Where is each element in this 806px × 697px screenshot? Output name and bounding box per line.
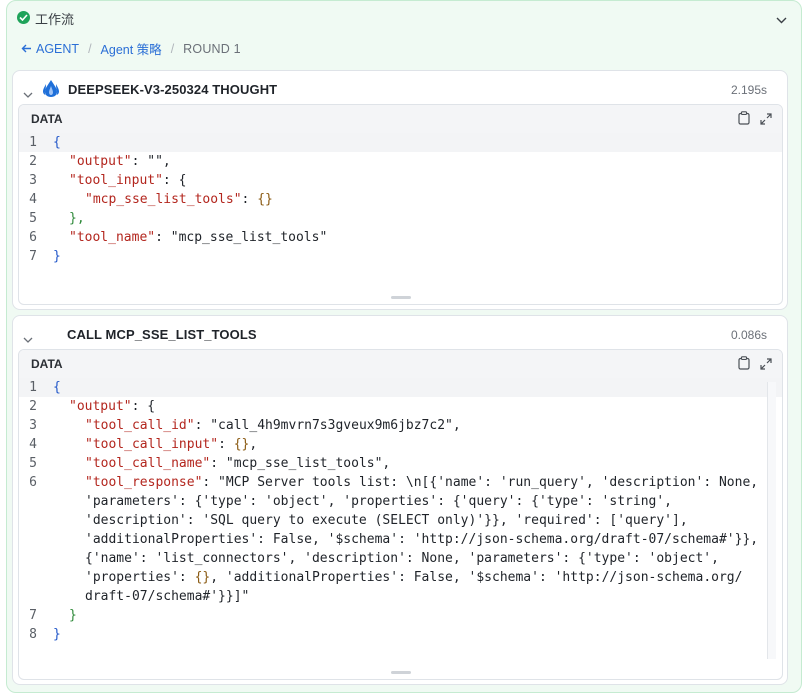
code-text: 'description': 'SQL query to execute (SE… bbox=[85, 513, 688, 528]
deepseek-logo-icon bbox=[42, 80, 60, 102]
code-text: } bbox=[53, 249, 61, 264]
data-label: DATA bbox=[31, 112, 63, 126]
code-line: 7} bbox=[19, 606, 782, 625]
code-text: { bbox=[53, 135, 61, 150]
code-line: 6 "tool_name": "mcp_sse_list_tools" bbox=[19, 228, 782, 247]
thought-panel: DEEPSEEK-V3-250324 THOUGHT 2.195s DATA 1… bbox=[12, 70, 788, 310]
code-line: 7} bbox=[19, 247, 782, 266]
code-text: } bbox=[69, 608, 77, 623]
vertical-scrollbar[interactable] bbox=[767, 382, 776, 659]
chevron-down-icon[interactable] bbox=[776, 11, 787, 29]
code-text: "tool_call_id": "call_4h9mvrn7s3gveux9m6… bbox=[85, 418, 461, 433]
code-text: "tool_input": { bbox=[69, 173, 187, 188]
breadcrumb-separator: / bbox=[88, 41, 92, 56]
code-text: 'additionalProperties': False, '$schema'… bbox=[85, 532, 759, 547]
code-text: "tool_call_name": "mcp_sse_list_tools", bbox=[85, 456, 391, 471]
code-text: {'name': 'list_connectors', 'description… bbox=[85, 551, 719, 566]
code-line: 3 "tool_call_id": "call_4h9mvrn7s3gveux9m… bbox=[19, 416, 782, 435]
code-text: "tool_response": "MCP Server tools list:… bbox=[85, 475, 759, 490]
line-number: 6 bbox=[29, 230, 37, 245]
workflow-header[interactable]: 工作流 bbox=[7, 1, 801, 33]
thought-panel-header[interactable]: DEEPSEEK-V3-250324 THOUGHT 2.195s bbox=[13, 71, 787, 105]
line-number: 5 bbox=[29, 211, 37, 226]
code-text: { bbox=[53, 380, 61, 395]
code-line: 6 "tool_response": "MCP Server tools list… bbox=[19, 473, 782, 492]
data-viewer: DATA 1{ 2 "output": { 3 "tool_call_id": "c… bbox=[18, 349, 783, 680]
line-number: 4 bbox=[29, 192, 37, 207]
panel-title: CALL MCP_SSE_LIST_TOOLS bbox=[67, 327, 257, 342]
code-line-wrap: 'properties': {}, 'additionalProperties'… bbox=[19, 568, 782, 587]
chevron-down-icon[interactable] bbox=[23, 85, 33, 103]
workflow-title: 工作流 bbox=[35, 12, 75, 27]
data-label: DATA bbox=[31, 357, 63, 371]
tool-call-panel: CALL MCP_SSE_LIST_TOOLS 0.086s DATA 1{ 2… bbox=[12, 315, 788, 685]
tool-call-panel-header[interactable]: CALL MCP_SSE_LIST_TOOLS 0.086s bbox=[13, 316, 787, 350]
code-line: 3 "tool_input": { bbox=[19, 171, 782, 190]
elapsed-time: 0.086s bbox=[730, 328, 767, 342]
code-text: "mcp_sse_list_tools": {} bbox=[85, 192, 273, 207]
line-number: 2 bbox=[29, 399, 37, 414]
resize-handle[interactable] bbox=[390, 671, 411, 674]
code-editor[interactable]: 1{ 2 "output": { 3 "tool_call_id": "call_4… bbox=[19, 378, 782, 644]
line-number: 3 bbox=[29, 418, 37, 433]
code-text: "tool_call_input": {}, bbox=[85, 437, 258, 452]
line-number: 5 bbox=[29, 456, 37, 471]
code-line: 1{ bbox=[19, 378, 782, 397]
line-number: 7 bbox=[29, 249, 37, 264]
line-number: 1 bbox=[29, 380, 37, 395]
code-line-wrap: 'description': 'SQL query to execute (SE… bbox=[19, 511, 782, 530]
code-line: 4 "tool_call_input": {}, bbox=[19, 435, 782, 454]
resize-handle[interactable] bbox=[390, 296, 411, 299]
code-text: } bbox=[53, 627, 61, 642]
breadcrumb-separator: / bbox=[170, 41, 175, 56]
line-number: 6 bbox=[29, 475, 37, 490]
line-number: 3 bbox=[29, 173, 37, 188]
expand-icon[interactable] bbox=[760, 112, 772, 130]
copy-icon[interactable] bbox=[738, 111, 750, 130]
data-viewer-header: DATA bbox=[19, 350, 782, 378]
code-text: "output": { bbox=[69, 399, 156, 414]
data-viewer: DATA 1{ 2 "output": "", 3 "tool_input": { … bbox=[18, 104, 783, 305]
code-text: }, bbox=[69, 211, 85, 226]
code-line: 2 "output": { bbox=[19, 397, 782, 416]
elapsed-time: 2.195s bbox=[730, 83, 767, 97]
code-line: 1{ bbox=[19, 133, 782, 152]
code-text: draft-07/schema#'}}]" bbox=[85, 589, 250, 604]
code-text: 'parameters': {'type': 'object', 'proper… bbox=[85, 494, 672, 509]
code-line: 8} bbox=[19, 625, 782, 644]
chevron-down-icon[interactable] bbox=[23, 330, 33, 348]
code-line-wrap: {'name': 'list_connectors', 'description… bbox=[19, 549, 782, 568]
code-line: 5 "tool_call_name": "mcp_sse_list_tools", bbox=[19, 454, 782, 473]
breadcrumb-agent-strategy-link[interactable]: Agent 策略 bbox=[101, 39, 162, 58]
line-number: 7 bbox=[29, 608, 37, 623]
data-viewer-header: DATA bbox=[19, 105, 782, 133]
copy-icon[interactable] bbox=[738, 356, 750, 375]
panel-title: DEEPSEEK-V3-250324 THOUGHT bbox=[68, 82, 278, 97]
breadcrumb: AGENT / Agent 策略 / ROUND 1 bbox=[21, 39, 241, 58]
code-text: "output": "", bbox=[69, 154, 171, 169]
line-number: 4 bbox=[29, 437, 37, 452]
code-line-wrap: 'additionalProperties': False, '$schema'… bbox=[19, 530, 782, 549]
code-line: 5}, bbox=[19, 209, 782, 228]
line-number: 1 bbox=[29, 135, 37, 150]
code-line: 2 "output": "", bbox=[19, 152, 782, 171]
code-text: 'properties': {}, 'additionalProperties'… bbox=[85, 570, 743, 585]
arrow-left-icon bbox=[21, 42, 32, 56]
breadcrumb-current: ROUND 1 bbox=[183, 41, 241, 56]
line-number: 8 bbox=[29, 627, 37, 642]
success-check-icon bbox=[17, 11, 30, 24]
code-line-wrap: 'parameters': {'type': 'object', 'proper… bbox=[19, 492, 782, 511]
breadcrumb-back-link[interactable]: AGENT bbox=[21, 42, 79, 56]
code-line: 4 "mcp_sse_list_tools": {} bbox=[19, 190, 782, 209]
code-text: "tool_name": "mcp_sse_list_tools" bbox=[69, 230, 328, 245]
line-number: 2 bbox=[29, 154, 37, 169]
code-editor[interactable]: 1{ 2 "output": "", 3 "tool_input": { 4 "mcp… bbox=[19, 133, 782, 266]
breadcrumb-back-label: AGENT bbox=[36, 41, 80, 56]
expand-icon[interactable] bbox=[760, 357, 772, 375]
code-line-wrap: draft-07/schema#'}}]" bbox=[19, 587, 782, 606]
